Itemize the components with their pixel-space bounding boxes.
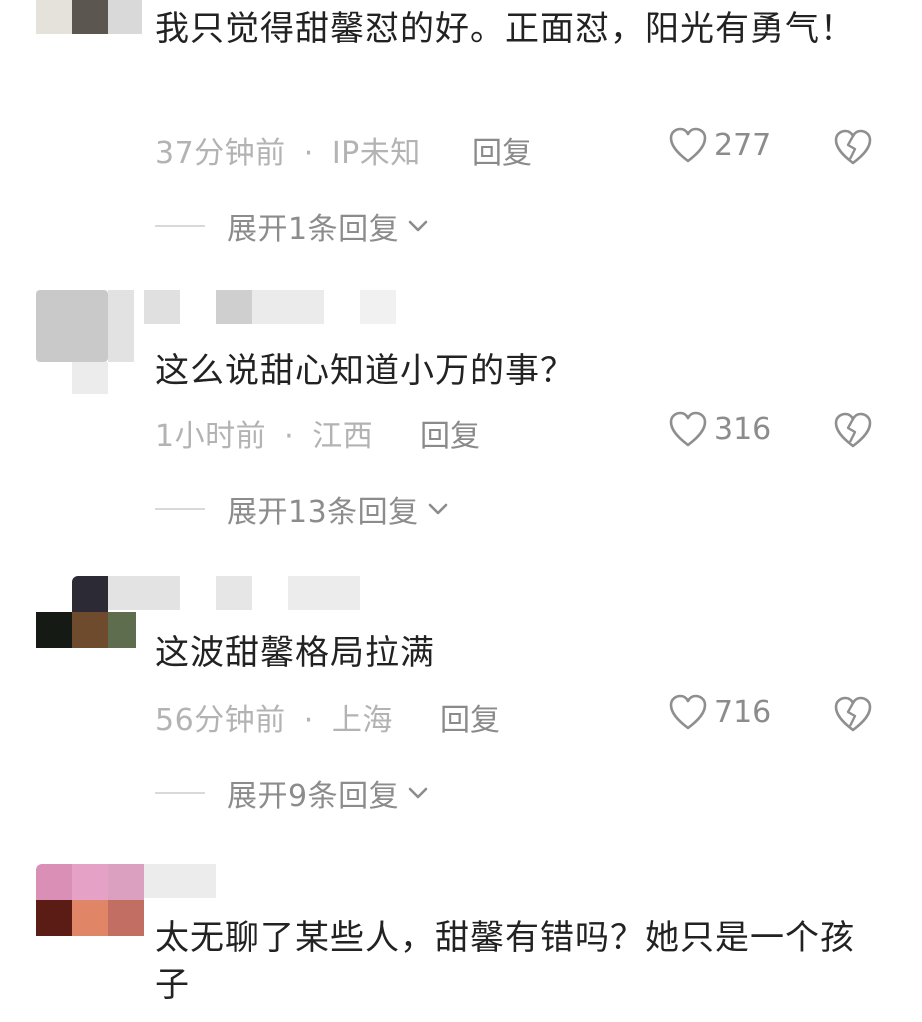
- reply-button[interactable]: 回复: [472, 128, 532, 172]
- divider-line: [155, 225, 205, 227]
- username-blur: [288, 576, 360, 610]
- username: [144, 864, 216, 898]
- heart-icon: [669, 694, 707, 730]
- expand-replies-label: 展开13条回复: [227, 495, 419, 530]
- expand-replies[interactable]: 展开9条回复: [155, 771, 433, 815]
- like-button[interactable]: 716: [668, 693, 771, 731]
- broken-heart-icon[interactable]: [832, 411, 874, 449]
- username-blur: [360, 290, 396, 324]
- like-button[interactable]: 277: [668, 126, 771, 164]
- chevron-down-icon: [408, 787, 428, 799]
- divider-line: [155, 792, 205, 794]
- comment-text: 这波甜馨格局拉满: [155, 633, 435, 673]
- like-count: 716: [714, 694, 772, 730]
- comment-text: 太无聊了某些人，甜馨有错吗？她只是一个孩子: [155, 918, 855, 1005]
- username-blur: [252, 290, 324, 324]
- like-button[interactable]: 316: [668, 410, 771, 448]
- username: [144, 290, 180, 324]
- comment-location: 上海: [331, 703, 393, 738]
- meta-separator: ·: [303, 703, 314, 738]
- comment-meta: 1小时前 · 江西: [155, 411, 373, 455]
- comment-time: 1小时前: [155, 419, 267, 454]
- username: [108, 576, 180, 610]
- username-blur: [216, 576, 252, 610]
- comment-time: 37分钟前: [155, 136, 286, 171]
- comment-text: 这么说甜心知道小万的事？: [155, 351, 575, 391]
- like-count: 277: [714, 127, 772, 163]
- chevron-down-icon: [428, 503, 447, 515]
- expand-replies-label: 展开1条回复: [227, 212, 400, 247]
- broken-heart-icon[interactable]: [832, 695, 874, 733]
- meta-separator: ·: [303, 136, 314, 171]
- reply-button[interactable]: 回复: [420, 411, 480, 455]
- expand-replies[interactable]: 展开1条回复: [155, 204, 433, 248]
- meta-separator: ·: [284, 419, 295, 454]
- expand-replies[interactable]: 展开13条回复: [155, 487, 453, 531]
- username-blur: [216, 290, 252, 324]
- reply-button[interactable]: 回复: [440, 695, 500, 739]
- comment-time: 56分钟前: [155, 703, 286, 738]
- like-count: 316: [714, 411, 772, 447]
- heart-icon: [669, 411, 707, 447]
- broken-heart-icon[interactable]: [832, 128, 874, 166]
- comment-location: 江西: [312, 419, 374, 454]
- comment-location: IP未知: [331, 136, 421, 171]
- comment-meta: 37分钟前 · IP未知: [155, 128, 421, 172]
- comment-meta: 56分钟前 · 上海: [155, 695, 393, 739]
- chevron-down-icon: [408, 220, 428, 232]
- divider-line: [155, 508, 205, 510]
- expand-replies-label: 展开9条回复: [227, 779, 400, 814]
- heart-icon: [669, 127, 707, 163]
- comment-text: 我只觉得甜馨怼的好。正面怼，阳光有勇气！: [155, 9, 855, 49]
